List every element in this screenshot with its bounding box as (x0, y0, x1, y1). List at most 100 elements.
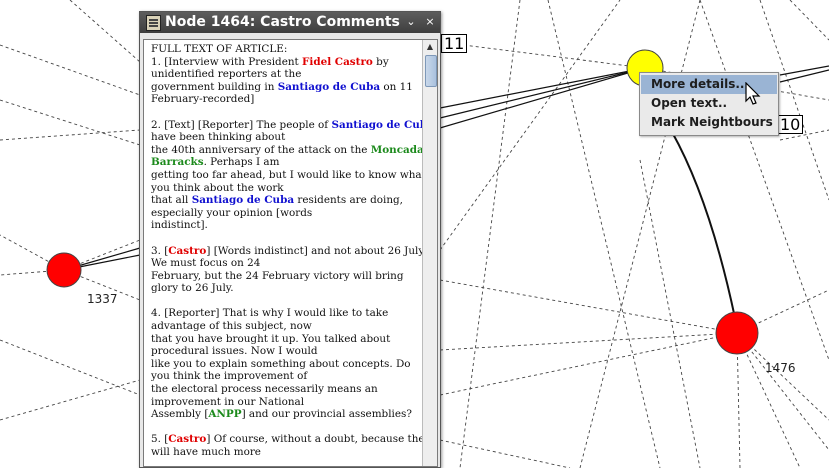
article-line: that you have brought it up. You talked … (151, 333, 419, 346)
text-segment: ] and our provincial assemblies? (241, 408, 412, 421)
text-segment: you think about the work (151, 181, 284, 194)
article-line: indistinct]. (151, 219, 419, 232)
text-segment: 1. [Interview with President (151, 55, 303, 68)
text-segment: that you have brought it up. You talked … (151, 332, 391, 345)
highlighted-entity[interactable]: Santiago de Cuba (278, 81, 380, 93)
highlighted-entity[interactable]: ANPP (208, 408, 241, 420)
article-paragraph: 5. [Castro] Of course, without a doubt, … (151, 433, 430, 459)
graph-edge-solid (779, 65, 829, 76)
scrollbar-thumb[interactable] (425, 55, 437, 87)
article-line: will have much more (151, 446, 419, 459)
node-details-window[interactable]: Node 1464: Castro Comments ⌄ × FULL TEXT… (139, 11, 441, 468)
article-line: you think about the work (151, 182, 419, 195)
graph-node-1337[interactable] (46, 252, 82, 288)
window-title: Node 1464: Castro Comments (165, 14, 400, 30)
highlighted-entity[interactable]: Barracks (151, 156, 204, 168)
article-line: 4. [Reporter] That is why I would like t… (151, 307, 419, 320)
text-segment: by (372, 55, 389, 68)
article-line: advantage of this subject, now (151, 320, 419, 333)
node-label-1337: 1337 (87, 292, 118, 306)
text-segment: improvement in our National (151, 395, 305, 408)
article-line: procedural issues. Now I would (151, 345, 419, 358)
vertical-scrollbar[interactable]: ▲ (422, 40, 437, 466)
scroll-up-icon[interactable]: ▲ (423, 40, 437, 54)
article-line: 1. [Interview with President Fidel Castr… (151, 56, 419, 69)
text-segment: . Perhaps I am (203, 156, 280, 169)
graph-edge (0, 99, 141, 146)
graph-edge (439, 41, 646, 69)
window-titlebar[interactable]: Node 1464: Castro Comments ⌄ × (140, 12, 440, 33)
menu-item-mark-neighbours[interactable]: Mark Neightbours (641, 113, 777, 132)
article-paragraph: 3. [Castro] [Words indistinct] and not a… (151, 244, 426, 295)
graph-edge-solid (439, 67, 646, 119)
graph-edge (0, 339, 141, 396)
text-segment: especially your opinion [words (151, 206, 313, 219)
text-segment: February, but the 24 February victory wi… (151, 269, 404, 282)
text-segment: getting too far ahead, but I would like … (151, 168, 426, 181)
graph-edge-solid (439, 67, 646, 109)
close-icon[interactable]: × (423, 15, 437, 29)
highlighted-entity[interactable]: Castro (168, 245, 206, 257)
article-line: Assembly [ANPP] and our provincial assem… (151, 408, 419, 421)
article-line: you think the improvement of (151, 370, 419, 383)
graph-edge (459, 0, 521, 468)
article-line: the 40th anniversary of the attack on th… (151, 143, 424, 157)
text-segment: advantage of this subject, now (151, 320, 312, 333)
text-segment: 3. [ (151, 244, 169, 257)
document-icon (146, 15, 161, 31)
graph-edge (69, 0, 141, 63)
article-line: getting too far ahead, but I would like … (151, 169, 426, 182)
article-line: unidentified reporters at the (151, 68, 419, 81)
node-label-1476: 1476 (765, 361, 796, 375)
article-line: 3. [Castro] [Words indistinct] and not a… (151, 244, 426, 258)
highlighted-entity[interactable]: Moncada (371, 144, 424, 156)
highlighted-entity[interactable]: Fidel Castro (302, 56, 373, 68)
text-segment: on 11 (380, 80, 413, 93)
article-paragraph: FULL TEXT OF ARTICLE: 1. [Interview with … (151, 43, 419, 106)
edge-count-label: 10 (777, 115, 804, 134)
text-segment: Assembly [ (151, 408, 209, 421)
article-line: February, but the 24 February victory wi… (151, 270, 419, 283)
graph-edge-solid (779, 69, 829, 83)
highlighted-entity[interactable]: Santiago de Cuba (331, 119, 433, 131)
highlighted-entity[interactable]: Santiago de Cuba (192, 194, 294, 206)
text-segment: like you to explain something about conc… (151, 357, 411, 370)
article-paragraph: 4. [Reporter] That is why I would like t… (151, 307, 419, 420)
graph-edge-solid (439, 67, 646, 129)
text-segment: procedural issues. Now I would (151, 345, 318, 358)
edge-count-label: 11 (441, 34, 468, 53)
article-line: the electoral process necessarily means … (151, 383, 419, 396)
graph-edge (0, 379, 141, 421)
text-segment: that all (151, 194, 192, 207)
graph-edge-solid (671, 131, 736, 319)
article-line: like you to explain something about conc… (151, 358, 419, 371)
text-segment: you think the improvement of (151, 370, 308, 383)
chevron-down-icon[interactable]: ⌄ (404, 15, 418, 29)
graph-node-1476[interactable] (715, 311, 759, 355)
graph-edge (0, 44, 141, 96)
article-line: have been thinking about (151, 131, 419, 144)
text-segment: glory to 26 July. (151, 282, 234, 295)
article-line: February-recorded] (151, 93, 419, 106)
text-segment: the electoral process necessarily means … (151, 383, 378, 396)
text-segment: residents are doing, (294, 194, 403, 207)
article-line: government building in Santiago de Cuba … (151, 81, 419, 94)
article-line: glory to 26 July. (151, 282, 419, 295)
graph-edge (439, 439, 571, 468)
highlighted-entity[interactable]: Castro (168, 433, 206, 445)
article-text: FULL TEXT OF ARTICLE: 1. [Interview with … (151, 43, 434, 466)
text-segment: 2. [Text] [Reporter] The people of (151, 118, 332, 131)
text-segment: 4. [Reporter] That is why I would like t… (151, 307, 389, 320)
article-line: especially your opinion [words (151, 207, 419, 220)
text-segment: We must focus on 24 (151, 257, 261, 270)
graph-edge (699, 0, 829, 361)
article-paragraph: 2. [Text] [Reporter] The people of Santi… (151, 118, 434, 232)
text-segment: February-recorded] (151, 93, 255, 106)
article-line: that all Santiago de Cuba residents are … (151, 194, 419, 207)
graph-edge (0, 129, 141, 141)
article-line: improvement in our National (151, 396, 419, 409)
text-segment: ] Of course, without a doubt, because th… (206, 433, 431, 446)
article-text-area[interactable]: FULL TEXT OF ARTICLE: 1. [Interview with … (143, 39, 438, 467)
text-segment: unidentified reporters at the (151, 68, 302, 81)
text-segment: the 40th anniversary of the attack on th… (151, 143, 371, 156)
